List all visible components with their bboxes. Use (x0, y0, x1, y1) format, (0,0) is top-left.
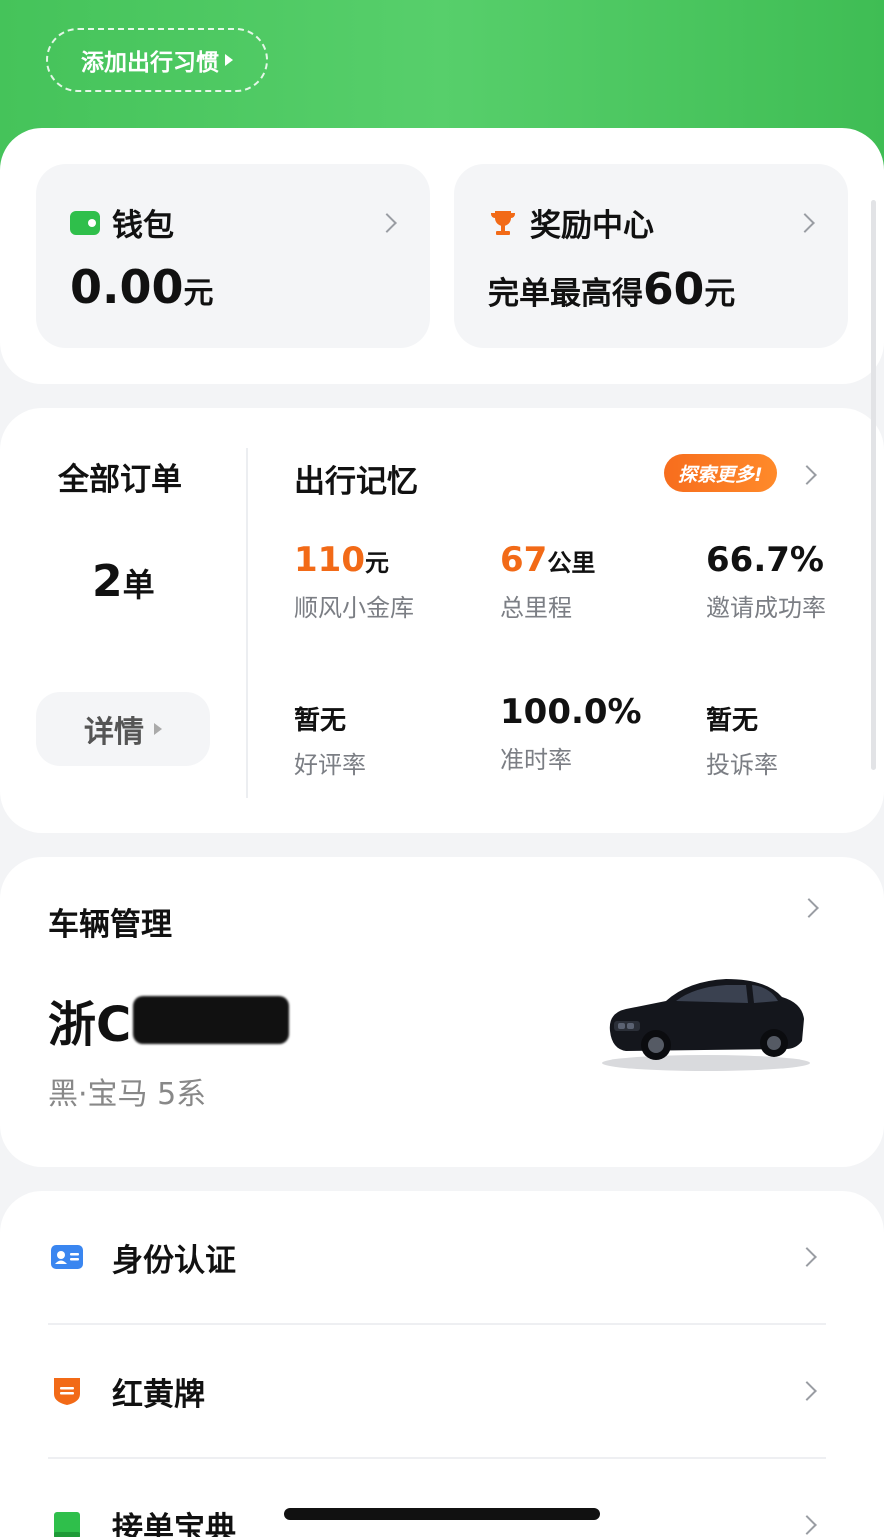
stat-label: 顺风小金库 (294, 594, 414, 622)
orders-memory-card: 全部订单 2单 详情 出行记忆 探索更多! 110元 顺风小金库 67公里 总里… (0, 408, 884, 833)
habit-button-label: 添加出行习惯 (81, 50, 219, 76)
trophy-icon (491, 210, 515, 235)
orders-section: 全部订单 2单 详情 (0, 408, 248, 833)
all-orders-title: 全部订单 (58, 462, 182, 498)
menu-item-order-guide[interactable]: 接单宝典 (0, 1459, 884, 1537)
chevron-right-icon (377, 213, 397, 233)
menu-card: 身份认证 红黄牌 接单宝典 (0, 1191, 884, 1537)
menu-item-label: 身份认证 (112, 1242, 236, 1279)
book-icon (54, 1512, 80, 1537)
orders-count-unit: 单 (122, 566, 155, 604)
reward-promo: 完单最高得60元 (488, 264, 735, 315)
orders-count: 2单 (92, 556, 155, 607)
shield-badge-icon (54, 1378, 80, 1405)
wallet-icon (70, 210, 100, 235)
wallet-amount: 0.00 (70, 260, 184, 314)
wallet-balance: 0.00元 (70, 260, 214, 314)
stat-value: 暂无 (706, 706, 759, 736)
stat-value: 暂无 (294, 706, 347, 736)
plate-prefix: 浙C (48, 997, 132, 1053)
chevron-right-icon (797, 1515, 817, 1535)
wallet-title: 钱包 (112, 208, 174, 244)
stat-label: 邀请成功率 (706, 594, 826, 622)
stat-total-mileage: 67公里 总里程 (500, 540, 595, 623)
stat-invite-rate: 66.7% 邀请成功率 (706, 540, 826, 623)
vehicle-management-card[interactable]: 车辆管理 浙C 黑·宝马 5系 (0, 857, 884, 1167)
chevron-right-icon (795, 213, 815, 233)
stat-value: 66.7% (706, 540, 824, 580)
chevron-right-icon (797, 1247, 817, 1267)
reward-title: 奖励中心 (530, 208, 654, 244)
stat-label: 准时率 (500, 746, 572, 774)
stat-savings: 110元 顺风小金库 (294, 540, 414, 623)
play-arrow-icon (225, 54, 233, 66)
reward-unit: 元 (704, 276, 736, 312)
account-card: 钱包 0.00元 奖励中心 完单最高得60元 (0, 128, 884, 384)
menu-item-identity-verification[interactable]: 身份认证 (0, 1191, 884, 1323)
explore-more-badge[interactable]: 探索更多! (664, 454, 777, 492)
details-label: 详情 (84, 715, 144, 750)
stat-unit: 元 (364, 549, 389, 577)
order-details-button[interactable]: 详情 (36, 692, 210, 766)
stat-on-time-rate: 100.0% 准时率 (500, 692, 642, 775)
id-card-icon (51, 1245, 83, 1269)
stat-good-review-rate: 暂无 好评率 (294, 700, 366, 780)
chevron-right-icon (797, 1381, 817, 1401)
orders-count-value: 2 (92, 556, 123, 607)
reward-prefix: 完单最高得 (488, 276, 643, 312)
stat-value: 67 (500, 540, 548, 580)
license-plate: 浙C (48, 985, 290, 1055)
menu-item-red-yellow-card[interactable]: 红黄牌 (0, 1325, 884, 1457)
vehicle-description: 黑·宝马 5系 (48, 1077, 207, 1112)
stat-label: 总里程 (500, 594, 572, 622)
stat-label: 投诉率 (706, 751, 778, 779)
stat-label: 好评率 (294, 751, 366, 779)
travel-memory-title: 出行记忆 (294, 464, 418, 500)
vertical-divider (246, 448, 248, 798)
car-image (602, 979, 810, 1071)
reward-center-card[interactable]: 奖励中心 完单最高得60元 (454, 164, 848, 348)
plate-redaction (133, 996, 290, 1044)
home-indicator[interactable] (284, 1508, 600, 1520)
play-arrow-icon (154, 723, 162, 735)
chevron-right-icon (799, 898, 819, 918)
wallet-card[interactable]: 钱包 0.00元 (36, 164, 430, 348)
vehicle-management-title: 车辆管理 (48, 907, 172, 943)
reward-amount: 60 (643, 264, 705, 315)
stat-value: 110 (294, 540, 365, 580)
menu-item-label: 红黄牌 (112, 1376, 205, 1413)
stat-complaint-rate: 暂无 投诉率 (706, 700, 778, 780)
menu-item-label: 接单宝典 (112, 1510, 236, 1537)
chevron-right-icon[interactable] (797, 465, 817, 485)
stat-value: 100.0% (500, 692, 642, 732)
wallet-unit: 元 (183, 276, 214, 311)
stat-unit: 公里 (547, 549, 596, 577)
add-travel-habit-button[interactable]: 添加出行习惯 (46, 28, 268, 92)
scrollbar[interactable] (871, 200, 876, 770)
